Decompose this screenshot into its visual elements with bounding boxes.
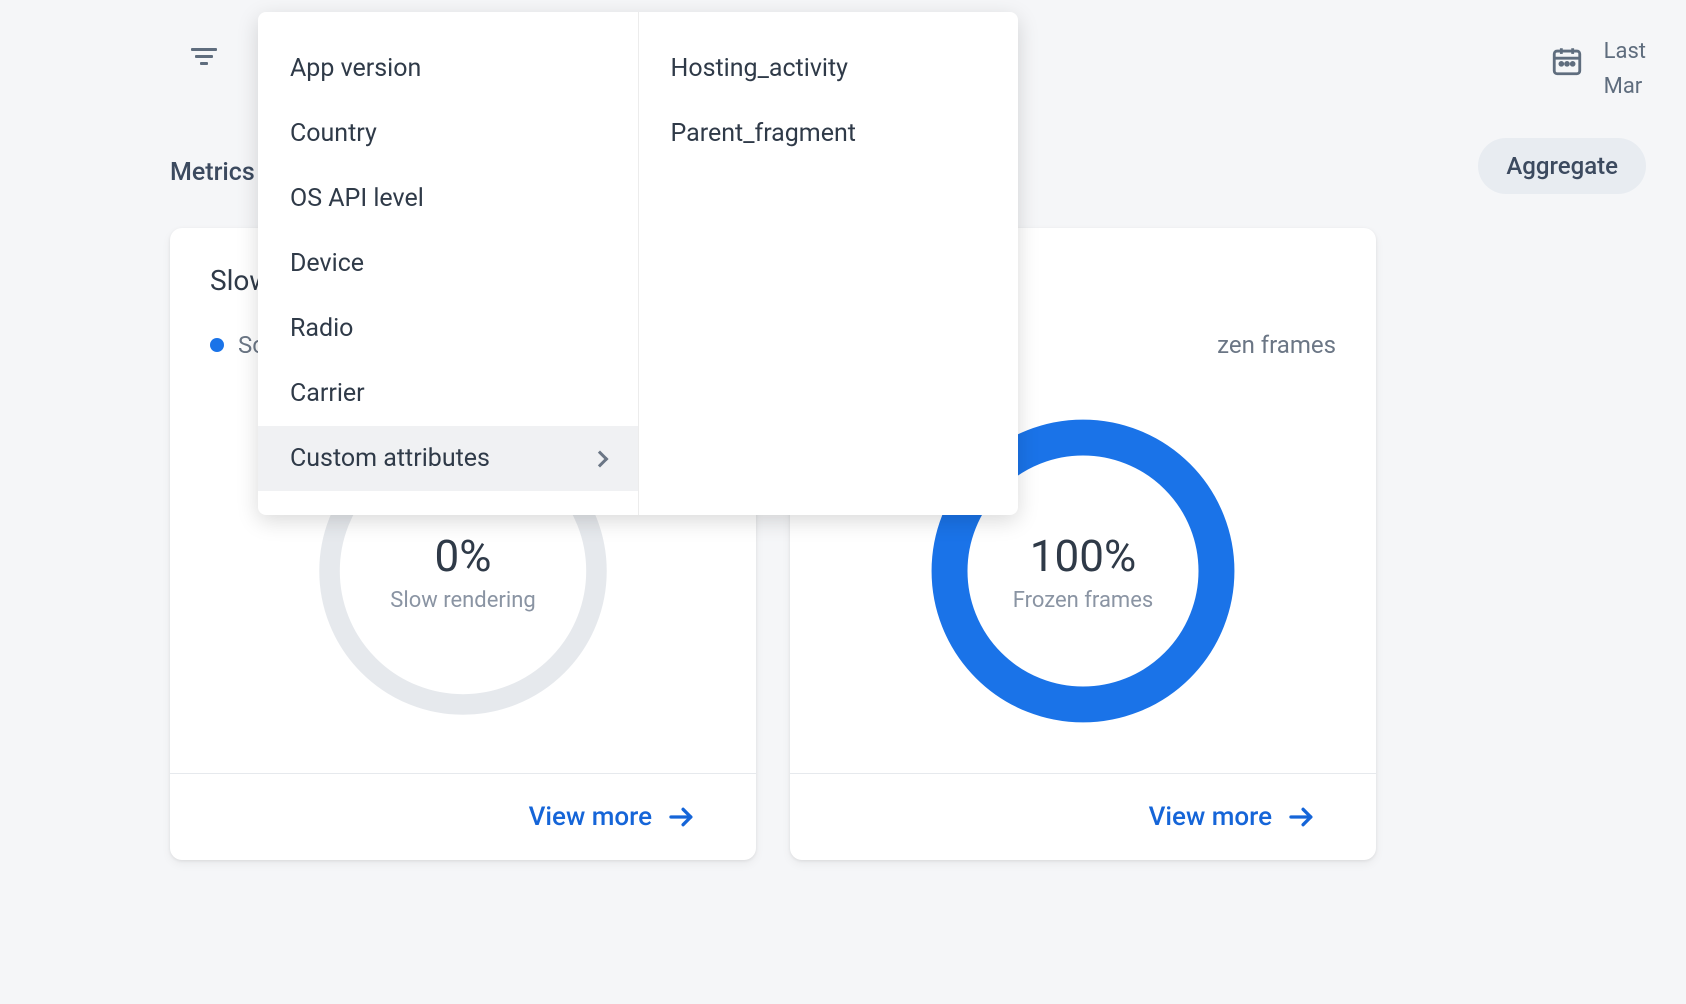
date-line-1: Last xyxy=(1604,34,1646,69)
dropdown-item-os-api-level[interactable]: OS API level xyxy=(258,166,638,231)
calendar-icon xyxy=(1550,44,1584,78)
dropdown-item-device[interactable]: Device xyxy=(258,231,638,296)
dropdown-item-app-version[interactable]: App version xyxy=(258,36,638,101)
dropdown-col-2: Hosting_activity Parent_fragment xyxy=(638,12,1019,515)
date-range[interactable]: Last Mar xyxy=(1550,34,1646,104)
aggregate-button[interactable]: Aggregate xyxy=(1478,138,1646,194)
donut-value-slow: 0% xyxy=(435,530,492,582)
donut-label-slow: Slow rendering xyxy=(390,588,535,613)
dropdown-item-carrier[interactable]: Carrier xyxy=(258,361,638,426)
dropdown-item-custom-attributes[interactable]: Custom attributes xyxy=(258,426,638,491)
filter-dropdown: App version Country OS API level Device … xyxy=(258,12,1018,515)
metrics-heading: Metrics xyxy=(170,158,255,187)
dropdown-item-country[interactable]: Country xyxy=(258,101,638,166)
dropdown-col-1: App version Country OS API level Device … xyxy=(258,12,638,515)
view-more-slow[interactable]: View more xyxy=(529,802,696,832)
legend-dot-icon xyxy=(210,338,224,352)
view-more-label: View more xyxy=(1149,802,1272,832)
view-more-frozen[interactable]: View more xyxy=(1149,802,1316,832)
chevron-right-icon xyxy=(591,450,608,467)
donut-value-frozen: 100% xyxy=(1030,530,1136,582)
dropdown-item-parent-fragment[interactable]: Parent_fragment xyxy=(639,101,1019,166)
dropdown-item-label: Custom attributes xyxy=(290,444,490,473)
filter-icon[interactable] xyxy=(188,40,220,72)
legend-label: zen frames xyxy=(1217,331,1336,359)
dropdown-item-radio[interactable]: Radio xyxy=(258,296,638,361)
view-more-label: View more xyxy=(529,802,652,832)
date-line-2: Mar xyxy=(1604,69,1646,104)
arrow-right-icon xyxy=(668,806,696,828)
donut-label-frozen: Frozen frames xyxy=(1013,588,1153,613)
date-text: Last Mar xyxy=(1604,34,1646,104)
arrow-right-icon xyxy=(1288,806,1316,828)
dropdown-item-hosting-activity[interactable]: Hosting_activity xyxy=(639,36,1019,101)
